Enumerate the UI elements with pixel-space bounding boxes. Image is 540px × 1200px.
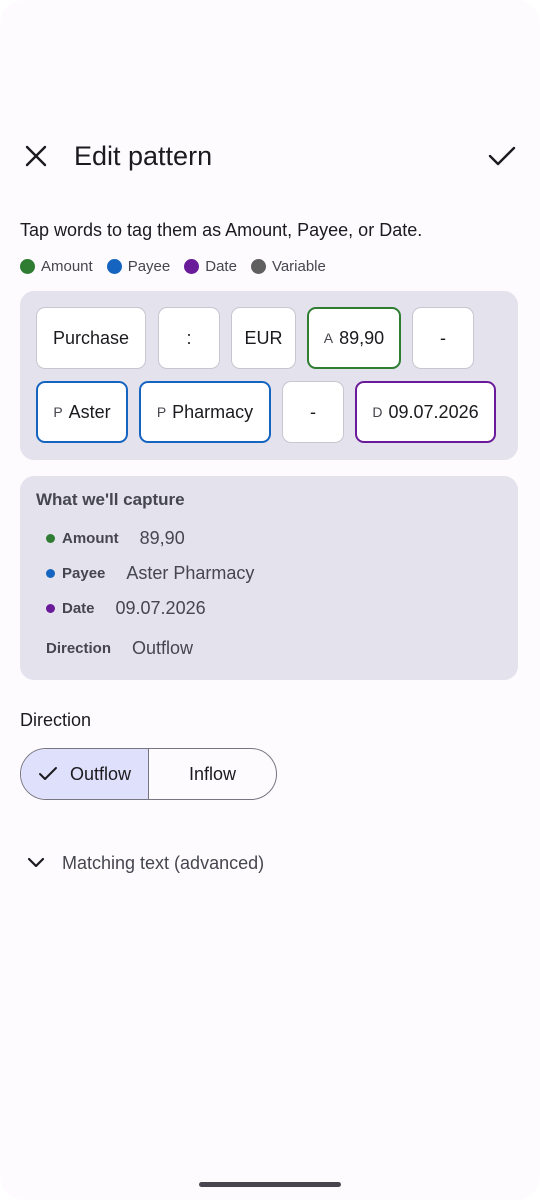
capture-label: Amount: [62, 529, 119, 547]
variable-dot-icon: [250, 258, 266, 274]
token-text: 89,90: [339, 327, 385, 348]
token-chip-payee-pharmacy[interactable]: P Pharmacy: [139, 381, 271, 443]
tag-legend: Amount Payee Date Variable: [20, 254, 340, 278]
check-icon: [38, 766, 58, 782]
segment-label: Inflow: [188, 763, 237, 784]
check-icon: [488, 146, 516, 166]
tag-prefix: P: [53, 404, 63, 420]
token-chip-eur[interactable]: EUR: [231, 307, 296, 369]
date-dot-icon: [46, 603, 55, 613]
token-text: Pharmacy: [172, 401, 254, 422]
capture-label: Date: [62, 599, 95, 617]
legend-label: Variable: [271, 257, 326, 275]
legend-label: Payee: [127, 257, 171, 275]
capture-row-amount: Amount 89,90: [46, 526, 185, 550]
payee-dot-icon: [106, 258, 122, 274]
advanced-matching-toggle[interactable]: Matching text (advanced): [20, 846, 264, 880]
token-text: EUR: [244, 327, 283, 348]
edit-pattern-screen: Edit pattern Tap words to tag them as Am…: [0, 0, 540, 1200]
amount-dot-icon: [46, 533, 55, 543]
token-text: Aster: [68, 401, 111, 422]
token-chip-dash[interactable]: -: [282, 381, 344, 443]
capture-row-direction: Direction Outflow: [46, 636, 193, 660]
legend-label: Amount: [41, 257, 93, 275]
token-chip-colon[interactable]: :: [158, 307, 220, 369]
token-chip-purchase[interactable]: Purchase: [36, 307, 146, 369]
legend-amount: Amount: [20, 258, 93, 275]
home-indicator[interactable]: [199, 1182, 341, 1187]
top-app-bar: Edit pattern: [0, 128, 540, 184]
chevron-down-icon: [20, 847, 52, 879]
token-text: 09.07.2026: [388, 401, 479, 422]
tag-prefix: D: [372, 404, 383, 420]
segment-inflow[interactable]: Inflow: [149, 749, 276, 799]
save-button[interactable]: [478, 132, 526, 180]
page-title: Edit pattern: [74, 141, 213, 171]
capture-title: What we'll capture: [36, 490, 185, 509]
payee-dot-icon: [46, 568, 55, 578]
token-chip-dash[interactable]: -: [412, 307, 474, 369]
segment-outflow[interactable]: Outflow: [21, 749, 149, 799]
capture-row-payee: Payee Aster Pharmacy: [46, 561, 254, 585]
amount-dot-icon: [20, 258, 35, 274]
tag-prefix: A: [323, 330, 334, 346]
capture-value: 89,90: [139, 527, 185, 548]
legend-date: Date: [184, 258, 237, 275]
capture-value: 09.07.2026: [115, 597, 206, 618]
capture-label: Payee: [62, 564, 106, 582]
token-text: :: [186, 327, 192, 348]
date-dot-icon: [184, 258, 200, 274]
legend-label: Date: [205, 257, 237, 275]
capture-row-date: Date 09.07.2026: [46, 596, 206, 620]
direction-label: Direction: [20, 710, 92, 730]
legend-variable: Variable: [250, 257, 326, 275]
capture-label: Direction: [46, 639, 112, 657]
token-chip-date[interactable]: D 09.07.2026: [355, 381, 496, 443]
instructions-text: Tap words to tag them as Amount, Payee, …: [20, 220, 423, 240]
capture-summary: What we'll capture Amount 89,90 Payee As…: [20, 476, 518, 680]
token-text: -: [440, 327, 446, 348]
capture-value: Outflow: [132, 637, 194, 658]
direction-segmented-control: Outflow Inflow: [20, 748, 277, 800]
legend-payee: Payee: [106, 257, 171, 275]
close-icon: [25, 145, 47, 167]
segment-label: Outflow: [69, 763, 132, 784]
token-chip-amount[interactable]: A 89,90: [307, 307, 401, 369]
token-chip-payee-aster[interactable]: P Aster: [36, 381, 128, 443]
tag-prefix: P: [156, 404, 167, 420]
advanced-label: Matching text (advanced): [62, 852, 265, 873]
close-button[interactable]: [12, 132, 60, 180]
token-text: Purchase: [52, 327, 130, 348]
token-text: -: [310, 401, 316, 422]
capture-value: Aster Pharmacy: [126, 562, 255, 583]
token-area: Purchase : EUR A 89,90 - P Aster P Pharm…: [20, 291, 518, 460]
